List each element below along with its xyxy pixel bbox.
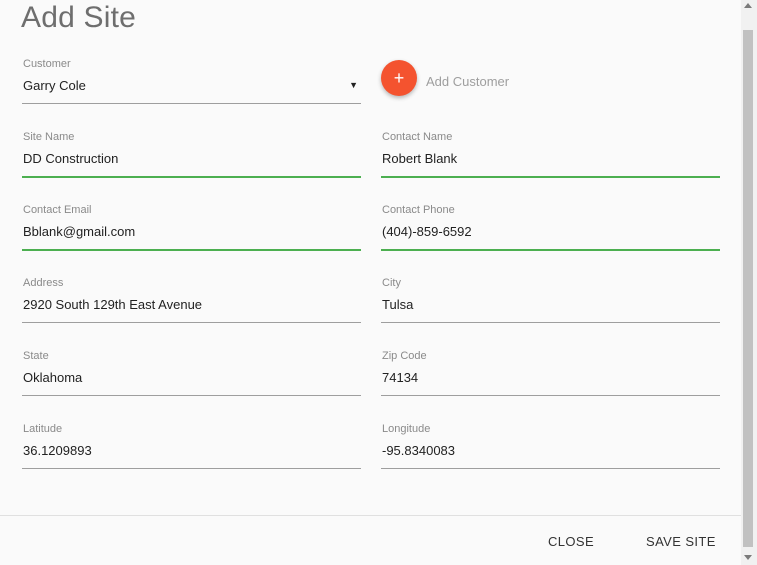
address-input[interactable]: 2920 South 129th East Avenue <box>23 297 202 312</box>
chevron-down-icon[interactable]: ▼ <box>349 80 358 90</box>
zip-code-input[interactable]: 74134 <box>382 370 418 385</box>
contact-email-field[interactable]: Contact Email Bblank@gmail.com <box>22 204 361 259</box>
state-label: State <box>23 350 49 362</box>
site-name-label: Site Name <box>23 131 75 143</box>
address-underline <box>22 322 361 323</box>
site-name-input[interactable]: DD Construction <box>23 151 118 166</box>
city-underline <box>381 322 720 323</box>
scroll-down-arrow-icon[interactable] <box>744 555 752 560</box>
site-name-field[interactable]: Site Name DD Construction <box>22 131 361 186</box>
contact-phone-label: Contact Phone <box>382 204 455 216</box>
contact-email-label: Contact Email <box>23 204 92 216</box>
state-field[interactable]: State Oklahoma <box>22 350 361 405</box>
customer-underline <box>22 103 361 104</box>
add-customer-button[interactable]: + <box>381 60 417 96</box>
state-input[interactable]: Oklahoma <box>23 370 82 385</box>
contact-name-field[interactable]: Contact Name Robert Blank <box>381 131 720 186</box>
latitude-underline <box>22 468 361 469</box>
site-name-underline <box>22 176 361 178</box>
dialog-title: Add Site <box>21 1 137 34</box>
close-button[interactable]: CLOSE <box>548 534 594 549</box>
address-field[interactable]: Address 2920 South 129th East Avenue <box>22 277 361 332</box>
city-label: City <box>382 277 401 289</box>
plus-icon: + <box>393 68 405 88</box>
zip-code-label: Zip Code <box>382 350 427 362</box>
zip-code-underline <box>381 395 720 396</box>
contact-name-input[interactable]: Robert Blank <box>382 151 457 166</box>
city-input[interactable]: Tulsa <box>382 297 413 312</box>
scrollbar-thumb[interactable] <box>743 30 753 547</box>
city-field[interactable]: City Tulsa <box>381 277 720 332</box>
contact-phone-underline <box>381 249 720 251</box>
vertical-scrollbar[interactable] <box>741 0 757 565</box>
contact-name-underline <box>381 176 720 178</box>
longitude-input[interactable]: -95.8340083 <box>382 443 455 458</box>
state-underline <box>22 395 361 396</box>
longitude-label: Longitude <box>382 423 431 435</box>
latitude-input[interactable]: 36.1209893 <box>23 443 92 458</box>
contact-name-label: Contact Name <box>382 131 453 143</box>
zip-code-field[interactable]: Zip Code 74134 <box>381 350 720 405</box>
latitude-label: Latitude <box>23 423 63 435</box>
contact-phone-field[interactable]: Contact Phone (404)-859-6592 <box>381 204 720 259</box>
contact-phone-input[interactable]: (404)-859-6592 <box>382 224 472 239</box>
latitude-field[interactable]: Latitude 36.1209893 <box>22 423 361 478</box>
add-customer-label[interactable]: Add Customer <box>426 74 509 89</box>
scroll-up-arrow-icon[interactable] <box>744 3 752 8</box>
contact-email-underline <box>22 249 361 251</box>
save-site-button[interactable]: SAVE SITE <box>646 534 716 549</box>
actions-divider <box>0 515 741 516</box>
customer-select[interactable]: Customer Garry Cole ▼ <box>22 58 361 113</box>
longitude-field[interactable]: Longitude -95.8340083 <box>381 423 720 478</box>
customer-label: Customer <box>23 58 71 70</box>
add-site-dialog: Add Site Customer Garry Cole ▼ + Add Cus… <box>0 0 741 565</box>
longitude-underline <box>381 468 720 469</box>
address-label: Address <box>23 277 64 289</box>
contact-email-input[interactable]: Bblank@gmail.com <box>23 224 135 239</box>
customer-value[interactable]: Garry Cole <box>23 78 86 93</box>
